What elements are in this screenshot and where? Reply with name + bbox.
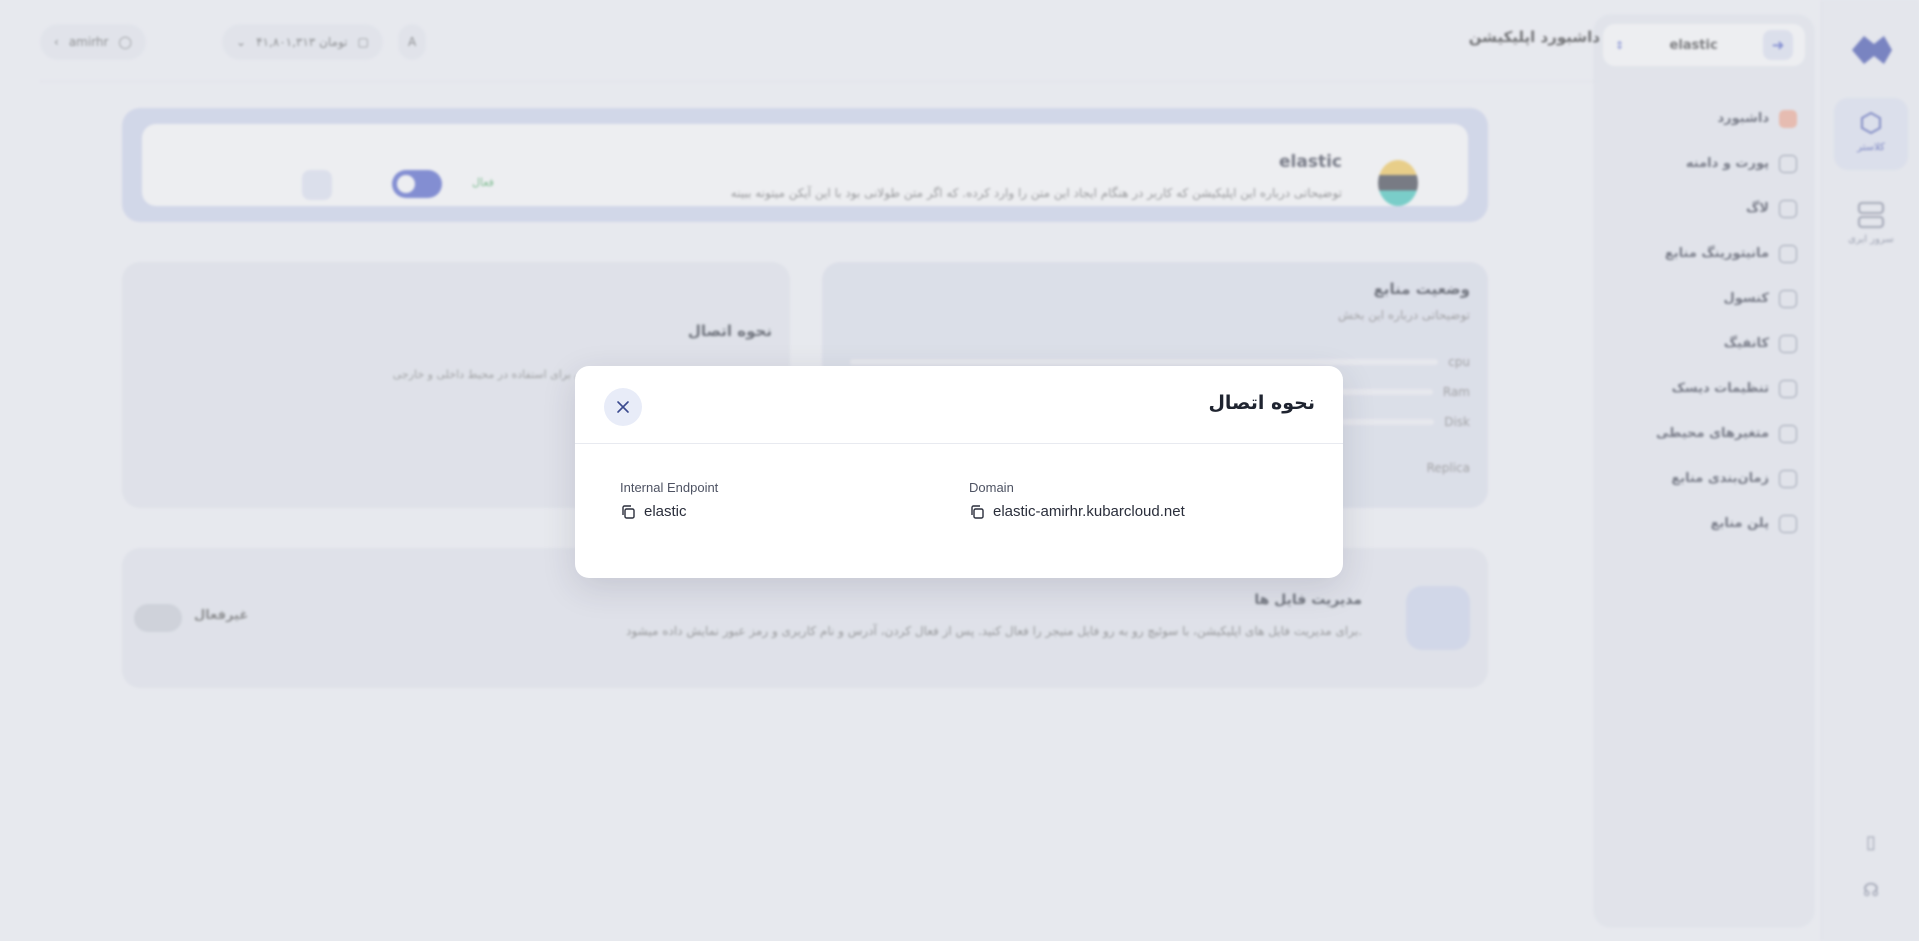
copy-icon	[622, 504, 635, 519]
copy-icon	[971, 504, 984, 519]
internal-endpoint-label: Internal Endpoint	[620, 480, 719, 495]
domain-value: elastic-amirhr.kubarcloud.net	[993, 503, 1185, 520]
internal-endpoint-field: Internal Endpoint elastic	[620, 480, 718, 520]
connection-modal: نحوه اتصال Domain elastic-amirhr.kubarcl…	[575, 366, 1343, 578]
domain-field: Domain elastic-amirhr.kubarcloud.net	[969, 480, 1185, 520]
modal-title: نحوه اتصال	[1208, 392, 1315, 414]
close-icon	[617, 401, 629, 413]
domain-copy[interactable]: elastic-amirhr.kubarcloud.net	[969, 503, 1185, 520]
modal-header: نحوه اتصال	[575, 366, 1343, 444]
internal-endpoint-value: elastic	[644, 503, 687, 520]
domain-label: Domain	[969, 480, 1014, 495]
close-button[interactable]	[604, 388, 642, 426]
internal-endpoint-copy[interactable]: elastic	[620, 503, 718, 520]
